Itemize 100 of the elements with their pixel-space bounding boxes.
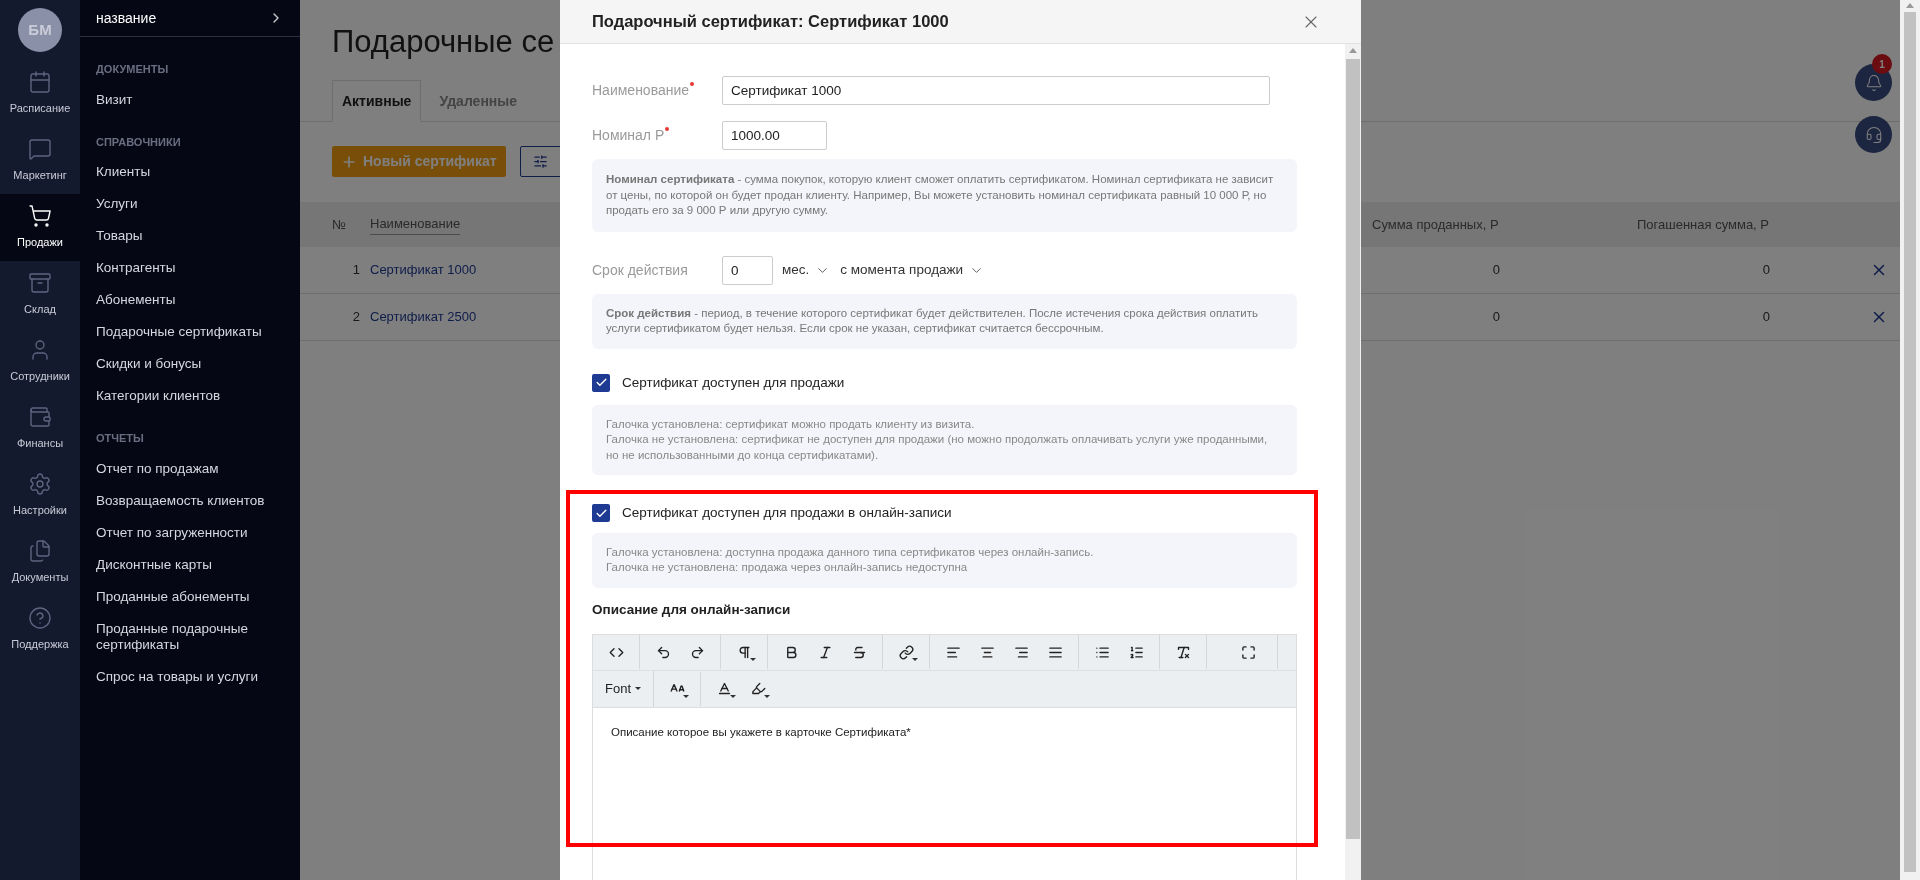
sidebar-item[interactable]: Клиенты <box>96 156 284 188</box>
undo-icon-icon <box>655 644 671 660</box>
bullet-list-icon-icon <box>1094 644 1110 660</box>
sliders-icon <box>532 154 548 169</box>
sidebar-item[interactable]: Абонементы <box>96 284 284 316</box>
nav-label: Продажи <box>17 235 63 251</box>
info-note-line: Галочка не установлена: сертификат не доступен для продажи (но можно продолжать оплачивать услуги уже проданными, но не использованными до конца сертификатами). <box>606 432 1269 463</box>
column-header: Сумма проданных, Р <box>1372 215 1500 234</box>
nav-item[interactable]: Склад <box>0 261 80 328</box>
cart-icon <box>28 204 52 229</box>
sidebar-item[interactable]: Товары <box>96 220 284 252</box>
field-label: Наименование <box>592 80 722 101</box>
documents-icon <box>28 539 52 564</box>
certificate-link[interactable]: Сертификат 1000 <box>370 260 477 280</box>
link-icon-icon <box>898 644 914 660</box>
caret-icon <box>750 658 756 662</box>
number-field[interactable]: 0 <box>722 255 773 285</box>
bell-icon <box>1864 73 1883 92</box>
nav-item[interactable]: Продажи <box>0 194 80 261</box>
scrollbar-thumb[interactable] <box>1904 12 1916 872</box>
table-cell-text: 0 <box>1762 308 1770 327</box>
info-note-line: Галочка установлена: доступна продажа данного типа сертификатов через онлайн-запись. <box>606 544 1095 560</box>
text-field[interactable]: Сертификат 1000 <box>722 76 1270 105</box>
sidebar-item[interactable]: Отчет по загруженности <box>96 516 284 549</box>
column-header: Погашенная сумма, Р <box>1637 215 1770 234</box>
table-cell-text: 0 <box>1762 261 1770 280</box>
align-center-icon-icon <box>979 644 995 660</box>
numbered-list-icon-icon <box>1128 644 1144 660</box>
font-color-icon-icon <box>716 681 732 697</box>
caret-icon <box>912 658 918 662</box>
checkbox-label: Сертификат доступен для продажи <box>622 373 845 392</box>
editor-content[interactable]: Описание которое вы укажете в карточке Сертификата* <box>593 707 1296 741</box>
nav-item[interactable]: Поддержка <box>0 596 80 663</box>
checkbox[interactable] <box>592 373 610 392</box>
wallet-icon <box>28 405 52 430</box>
sidebar-item[interactable]: Визит <box>96 83 284 116</box>
scrollbar-thumb[interactable] <box>1346 59 1360 839</box>
sidebar-item[interactable]: Спрос на товары и услуги <box>96 660 284 693</box>
nav-item[interactable]: Маркетинг <box>0 127 80 194</box>
nav-label: Настройки <box>13 503 67 519</box>
sidebar-item[interactable]: Отчет по продажам <box>96 452 284 485</box>
caret-icon <box>730 694 736 698</box>
nav-label: Поддержка <box>11 637 69 653</box>
nav-item[interactable]: Сотрудники <box>0 328 80 395</box>
nav-label: Финансы <box>16 436 64 452</box>
message-icon <box>28 137 52 162</box>
clear-format-icon-icon <box>1175 644 1191 660</box>
modal-title: Подарочный сертификат: Сертификат 1000 <box>592 11 949 33</box>
support-button[interactable] <box>1855 116 1892 153</box>
strikethrough-icon-icon <box>851 644 867 660</box>
sidebar-item[interactable]: Дисконтные карты <box>96 548 284 581</box>
highlight-color-icon-icon <box>750 681 766 697</box>
modal-scrollbar[interactable] <box>1345 44 1361 880</box>
help-icon <box>28 606 52 631</box>
sidebar-item[interactable]: Возвращаемость клиентов <box>96 484 284 517</box>
sidebar-item[interactable]: Контрагенты <box>96 252 284 284</box>
sidebar-item[interactable]: Проданные абонементы <box>96 580 284 613</box>
sidebar-item[interactable]: Категории клиентов <box>96 380 284 412</box>
info-note-line: Галочка установлена: сертификат можно продать клиенту из визита. <box>606 416 976 432</box>
caret-icon <box>683 694 689 698</box>
settings-icon <box>28 472 52 497</box>
table-cell-text: 1 <box>352 261 361 280</box>
align-left-icon-icon <box>945 644 961 660</box>
nav-label: Склад <box>24 302 56 318</box>
nav-label: Расписание <box>9 101 71 117</box>
sidebar-item[interactable]: Проданные подарочные сертификаты <box>96 612 284 661</box>
certificate-link[interactable]: Сертификат 2500 <box>370 307 477 327</box>
text-field[interactable]: 1000.00 <box>722 121 827 150</box>
sidebar-item[interactable]: Скидки и бонусы <box>96 348 284 380</box>
font-dropdown[interactable]: Font <box>599 679 647 699</box>
column-header: № <box>332 215 347 234</box>
paragraph-icon-icon <box>736 644 752 660</box>
page-scrollbar[interactable] <box>1900 0 1920 880</box>
field-label: Срок действия <box>592 260 689 280</box>
sidebar-section-title: ДОКУМЕНТЫ <box>96 62 170 77</box>
nav-label: Документы <box>11 570 69 586</box>
table-cell-text: 0 <box>1492 308 1500 327</box>
caret-icon <box>764 694 770 698</box>
checkbox-label: Сертификат доступен для продажи в онлайн-записи <box>622 504 952 523</box>
nav-item[interactable]: Настройки <box>0 462 80 529</box>
page-title: Подарочные се <box>332 23 555 61</box>
redo-icon-icon <box>689 644 705 660</box>
checkbox[interactable] <box>592 504 610 523</box>
nav-item[interactable]: Документы <box>0 529 80 596</box>
sidebar-item[interactable]: Услуги <box>96 188 284 220</box>
caret-icon <box>635 687 641 691</box>
nav-item[interactable]: Финансы <box>0 395 80 462</box>
sidebar-section-title: ОТЧЕТЫ <box>96 431 145 446</box>
nav-label: Сотрудники <box>10 369 70 385</box>
info-note-line: Галочка не установлена: продажа через онлайн-запись недоступна <box>606 560 969 575</box>
start-dropdown[interactable]: с момента продажи <box>840 259 985 281</box>
unit-dropdown[interactable]: мес. <box>782 259 831 281</box>
nav-label: Маркетинг <box>13 168 67 184</box>
headset-icon <box>1864 125 1883 144</box>
nav-item[interactable]: Расписание <box>0 60 80 127</box>
sidebar-item[interactable]: Подарочные сертификаты <box>96 316 284 348</box>
tab[interactable]: Активные <box>332 80 422 122</box>
info-note: Номинал сертификата - сумма покупок, которую клиент сможет оплатить сертификатом. Номинал сертификата не зависит от цены, по которой он будет продан клиенту. Например, Вы можете установить номинал сертификата равный 10 000 Р, но продать его за 9 000 Р или другую сумму. <box>592 159 1297 232</box>
align-justify-icon-icon <box>1047 644 1063 660</box>
section-heading: Описание для онлайн-записи <box>592 600 792 619</box>
